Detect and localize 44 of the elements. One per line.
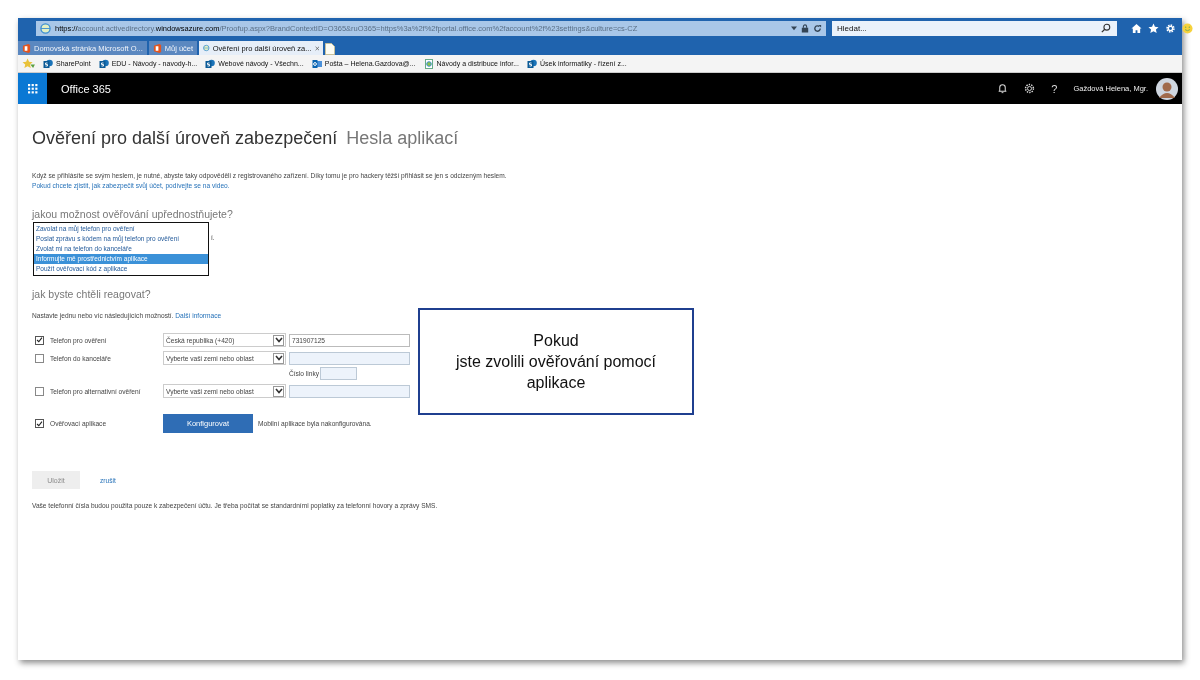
- app-name[interactable]: Office 365: [61, 82, 111, 95]
- office-icon: [152, 43, 162, 53]
- search-icon[interactable]: [1101, 23, 1111, 33]
- app-passwords-link[interactable]: Hesla aplikací: [346, 128, 459, 149]
- dropdown-icon[interactable]: [791, 25, 797, 31]
- question-heading: jakou možnost ověřování upřednostňujete?: [32, 208, 234, 220]
- callout-text: jste zvolili ověřování pomocí: [455, 352, 657, 372]
- help-button[interactable]: ?: [1051, 82, 1058, 95]
- question-heading: jak byste chtěli reagovat?: [32, 288, 152, 300]
- favorites-star-icon[interactable]: [22, 58, 35, 69]
- globe-icon: [203, 43, 210, 53]
- callout-text: aplikace: [526, 373, 586, 393]
- chevron-icon: [274, 388, 283, 394]
- phone-number-field[interactable]: [289, 384, 410, 398]
- sharepoint-icon: [527, 58, 537, 69]
- close-icon[interactable]: [314, 44, 320, 52]
- search-field[interactable]: Hledat...: [832, 20, 1117, 36]
- refresh-icon[interactable]: [813, 23, 822, 33]
- globe-icon: [40, 22, 51, 34]
- page-title: Ověření pro další úroveň zabezpečení: [32, 128, 338, 149]
- sharepoint-icon: [98, 58, 109, 69]
- sharepoint-icon: [205, 58, 216, 69]
- checkbox[interactable]: [35, 419, 44, 428]
- page-icon: [423, 58, 434, 69]
- app-launcher-button[interactable]: [18, 73, 47, 104]
- checkbox[interactable]: [35, 335, 44, 345]
- avatar-icon[interactable]: [1156, 77, 1178, 100]
- chevron-icon: [274, 337, 283, 343]
- checkbox[interactable]: [35, 353, 44, 363]
- office-icon: [22, 43, 31, 53]
- extension-field[interactable]: [320, 367, 358, 380]
- new-tab-icon[interactable]: [325, 43, 336, 55]
- star-icon[interactable]: [1148, 22, 1159, 34]
- home-icon[interactable]: [1131, 22, 1142, 34]
- waffle-icon: [27, 83, 38, 94]
- lock-icon: [801, 23, 809, 33]
- outlook-icon: [311, 58, 322, 69]
- phone-number-field[interactable]: [289, 351, 410, 365]
- sharepoint-icon: [43, 58, 53, 69]
- bell-icon[interactable]: [997, 83, 1009, 94]
- settings-icon[interactable]: [1024, 83, 1036, 94]
- checkbox[interactable]: [35, 386, 44, 396]
- callout-text: Pokud: [533, 331, 579, 351]
- chevron-icon: [274, 355, 283, 361]
